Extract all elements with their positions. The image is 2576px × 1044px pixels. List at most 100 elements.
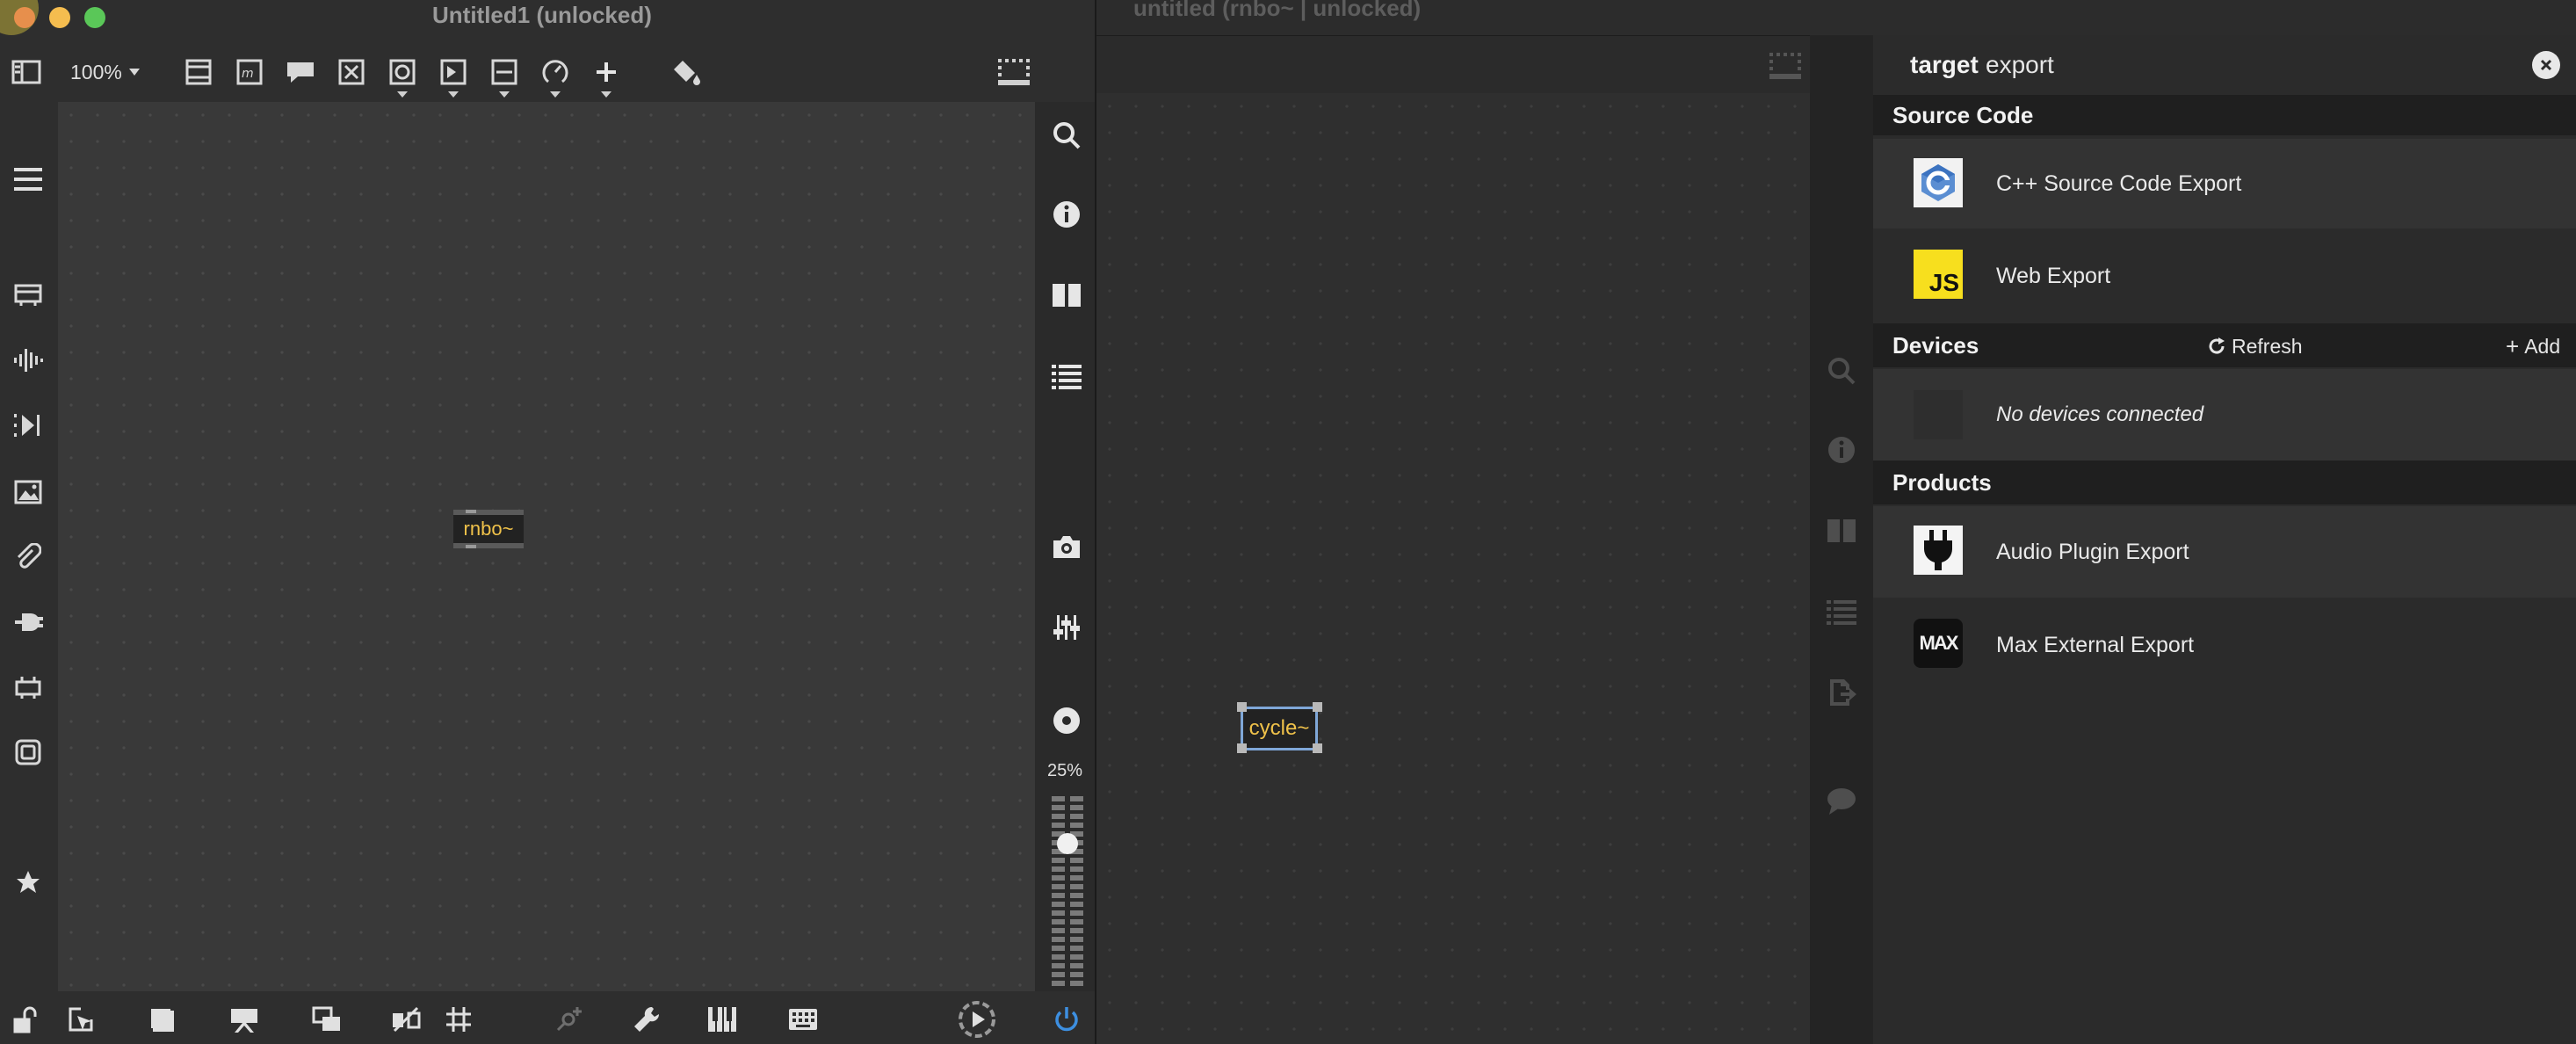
rnbo-inlet[interactable] — [466, 510, 476, 513]
rnbo-window-title: untitled (rnbo~ | unlocked) — [1133, 0, 1422, 21]
image-icon[interactable] — [11, 476, 46, 508]
export-sidebar-header: target export — [1873, 35, 2576, 95]
dial-object-icon[interactable] — [538, 54, 573, 90]
rnbo-object[interactable]: rnbo~ — [453, 510, 524, 548]
add-object-icon[interactable] — [589, 54, 624, 90]
media-play-icon[interactable] — [11, 410, 46, 441]
grid-toggle-icon[interactable] — [1768, 51, 1803, 81]
js-logo-text: JS — [1928, 269, 1959, 296]
device-list-empty: No devices connected — [1873, 369, 2576, 460]
mixer-sliders-icon[interactable] — [1049, 610, 1084, 645]
window-title: Untitled1 (unlocked) — [432, 2, 652, 28]
presentation-frame-icon[interactable] — [11, 736, 46, 768]
chevron-down-icon — [397, 91, 408, 98]
rnbo-patcher-canvas[interactable] — [1096, 93, 1810, 1044]
message-box-icon[interactable]: m — [232, 54, 267, 90]
favorites-star-icon[interactable] — [11, 866, 46, 898]
cpp-export-label: C++ Source Code Export — [1996, 170, 2242, 196]
easel-icon[interactable] — [227, 1002, 262, 1037]
paint-bucket-icon[interactable] — [669, 54, 705, 90]
rnbo-toolbar — [1096, 35, 1810, 93]
no-devices-text: No devices connected — [1996, 402, 2204, 426]
reference-book-icon[interactable] — [1824, 513, 1859, 548]
zoom-window-button[interactable] — [84, 7, 105, 28]
zoom-dropdown[interactable]: 100% — [70, 58, 140, 86]
selection-handle[interactable] — [1313, 743, 1322, 753]
add-device-button[interactable]: + Add — [2506, 332, 2560, 360]
refresh-devices-button[interactable]: Refresh — [2207, 332, 2303, 360]
audio-play-icon[interactable] — [956, 998, 998, 1040]
info-icon[interactable] — [1824, 432, 1859, 468]
zoom-slider-knob[interactable] — [1057, 833, 1078, 854]
list-icon[interactable] — [1049, 359, 1084, 394]
rnbo-outlet[interactable] — [466, 545, 476, 548]
device-placeholder-icon — [1914, 390, 1963, 439]
audio-power-icon[interactable] — [1049, 1002, 1084, 1037]
paperclip-icon[interactable] — [11, 541, 46, 573]
object-box-icon[interactable] — [181, 54, 216, 90]
chevron-down-icon — [499, 91, 510, 98]
selection-handle[interactable] — [1313, 702, 1322, 712]
patcher-package-icon[interactable] — [11, 671, 46, 703]
number-box-icon[interactable] — [436, 54, 471, 90]
window-titlebar: Untitled1 (unlocked) — [0, 0, 1095, 37]
computer-keyboard-icon[interactable] — [785, 1002, 821, 1037]
browser-window-icon[interactable] — [11, 279, 46, 311]
reference-book-icon[interactable] — [1049, 278, 1084, 313]
edit-mode-icon[interactable] — [63, 1002, 98, 1037]
add-label: Add — [2524, 334, 2561, 358]
chevron-down-icon — [448, 91, 459, 98]
search-icon[interactable] — [1049, 118, 1084, 153]
zoom-level-label: 100% — [70, 60, 122, 83]
web-export-item[interactable]: JS Web Export — [1873, 230, 2576, 322]
rnbo-object-label: rnbo~ — [463, 518, 514, 540]
section-devices-label: Devices — [1892, 331, 1979, 359]
selection-handle[interactable] — [1237, 743, 1247, 753]
search-icon[interactable] — [1824, 353, 1859, 388]
menu-hamburger-icon[interactable] — [11, 163, 46, 195]
wrench-icon[interactable] — [629, 1002, 664, 1037]
export-icon[interactable] — [1824, 675, 1859, 710]
untitled1-patcher-window: Untitled1 (unlocked) 100% m rnbo~ 25% — [0, 0, 1096, 1044]
audio-plugin-export-item[interactable]: Audio Plugin Export — [1873, 506, 2576, 598]
hide-on-lock-icon[interactable] — [388, 1002, 423, 1037]
sidebar-toggle-icon[interactable] — [9, 56, 44, 88]
section-products: Products — [1873, 460, 2576, 504]
audio-waveform-icon[interactable] — [11, 344, 46, 376]
slider-object-icon[interactable] — [487, 54, 522, 90]
refresh-label: Refresh — [2232, 334, 2303, 358]
layers-icon[interactable] — [309, 1002, 344, 1037]
audio-plugin-export-label: Audio Plugin Export — [1996, 539, 2189, 564]
cpp-logo-icon — [1914, 158, 1963, 207]
export-heading-target: target — [1910, 51, 1979, 78]
cycle-object[interactable]: cycle~ — [1241, 707, 1318, 750]
zoom-slider-groove — [1065, 796, 1070, 988]
svg-text:m: m — [242, 67, 254, 81]
refresh-icon — [2209, 337, 2225, 354]
selection-handle[interactable] — [1237, 702, 1247, 712]
minimize-window-button[interactable] — [49, 7, 70, 28]
toggle-object-icon[interactable] — [334, 54, 369, 90]
close-panel-button[interactable] — [2532, 51, 2560, 79]
plugin-plug-icon[interactable] — [11, 606, 46, 638]
zoom-slider-track[interactable] — [1052, 796, 1083, 988]
chevron-down-icon — [550, 91, 561, 98]
grid-toggle-icon[interactable] — [996, 56, 1031, 88]
snapshot-camera-icon[interactable] — [1049, 529, 1084, 564]
cpp-export-item[interactable]: C++ Source Code Export — [1873, 139, 2576, 228]
comment-icon[interactable] — [283, 54, 318, 90]
presentation-mode-icon[interactable] — [144, 1002, 179, 1037]
patcher-canvas[interactable] — [58, 102, 1035, 991]
max-logo-text: MAX — [1919, 632, 1959, 654]
list-icon[interactable] — [1824, 594, 1859, 629]
button-object-icon[interactable] — [385, 54, 420, 90]
add-pin-icon[interactable] — [550, 1002, 585, 1037]
comment-bubble-icon[interactable] — [1824, 784, 1859, 819]
piano-keys-icon[interactable] — [705, 1002, 740, 1037]
max-external-export-item[interactable]: MAX Max External Export — [1873, 599, 2576, 691]
disc-icon[interactable] — [1049, 703, 1084, 738]
info-icon[interactable] — [1049, 197, 1084, 232]
grid-snap-icon[interactable] — [441, 1002, 476, 1037]
chevron-down-icon — [128, 69, 140, 76]
unlock-icon[interactable] — [9, 1002, 44, 1037]
